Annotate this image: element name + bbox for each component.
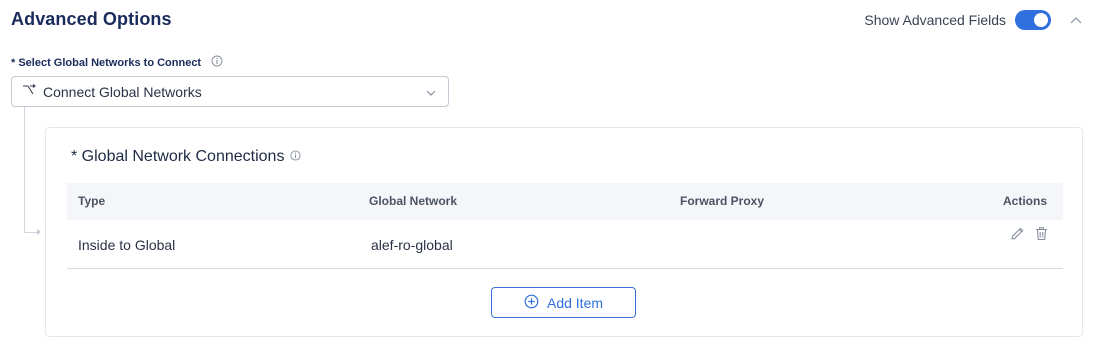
chevron-up-icon[interactable] xyxy=(1069,13,1083,27)
column-header-forward-proxy: Forward Proxy xyxy=(680,194,765,208)
table-row[interactable]: Inside to Global alef-ro-global xyxy=(67,226,1063,269)
global-network-connections-title: * Global Network Connections xyxy=(71,148,301,166)
chevron-down-icon xyxy=(426,83,436,101)
add-item-label: Add Item xyxy=(546,294,604,311)
show-advanced-fields-toggle[interactable] xyxy=(1015,10,1051,30)
advanced-options-title: Advanced Options xyxy=(11,9,172,29)
cell-type: Inside to Global xyxy=(78,237,176,253)
table-header: Type Global Network Forward Proxy Action… xyxy=(67,183,1063,220)
add-item-button[interactable]: Add Item xyxy=(491,287,636,318)
plus-circle-icon xyxy=(524,294,539,312)
tree-connector-horizontal xyxy=(24,232,38,233)
cell-global-network: alef-ro-global xyxy=(371,237,453,253)
global-networks-select[interactable]: Connect Global Networks xyxy=(11,76,449,107)
column-header-global-network: Global Network xyxy=(369,194,458,208)
branch-icon xyxy=(22,83,36,101)
column-header-actions: Actions xyxy=(1002,194,1047,208)
advanced-fields-toggle-group: Show Advanced Fields xyxy=(864,10,1083,30)
column-header-type: Type xyxy=(78,194,106,208)
global-networks-select-value: Connect Global Networks xyxy=(43,83,202,100)
edit-icon[interactable] xyxy=(1010,226,1025,241)
toggle-knob xyxy=(1034,13,1048,27)
tree-connector-vertical xyxy=(24,107,25,233)
select-global-networks-label: * Select Global Networks to Connect xyxy=(11,55,223,70)
trash-icon[interactable] xyxy=(1034,226,1049,241)
global-network-connections-title-text: * Global Network Connections xyxy=(71,148,285,165)
row-actions xyxy=(1010,226,1049,241)
global-network-connections-card: * Global Network Connections Type Global… xyxy=(45,127,1083,337)
info-icon[interactable] xyxy=(290,148,301,166)
select-global-networks-label-text: * Select Global Networks to Connect xyxy=(11,56,202,69)
tree-connector-arrow xyxy=(37,229,41,235)
show-advanced-fields-label: Show Advanced Fields xyxy=(864,12,1006,28)
info-icon[interactable] xyxy=(211,55,223,70)
